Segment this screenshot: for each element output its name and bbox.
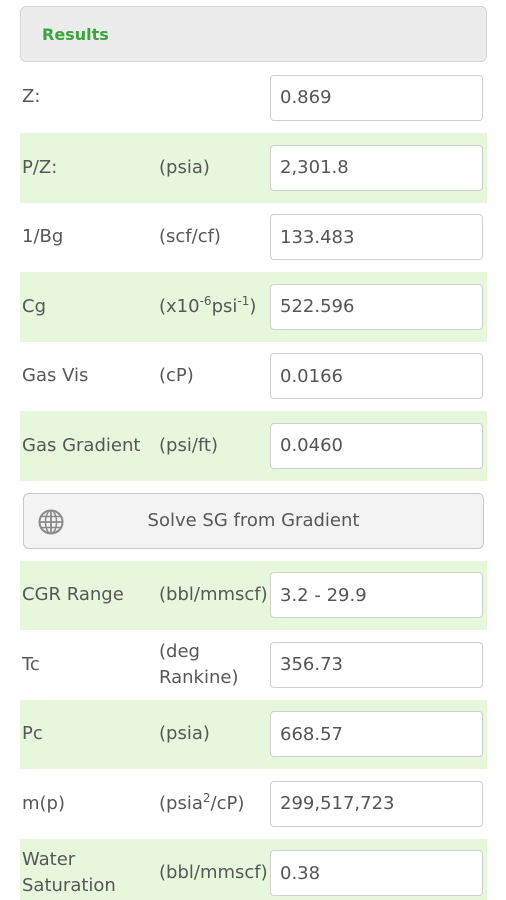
unit-gas-vis: (cP) (159, 365, 194, 387)
row-mp: m(p) (psia2/cP) 299,517,723 (20, 769, 487, 839)
unit-inv-bg: (scf/cf) (159, 226, 221, 248)
row-cg: Cg (x10-6psi-1) 522.596 (20, 272, 487, 342)
value-mp[interactable]: 299,517,723 (270, 780, 483, 827)
row-z: Z: 0.869 (20, 62, 487, 133)
label-z: Z: (22, 86, 41, 108)
value-z[interactable]: 0.869 (270, 74, 483, 121)
value-cg[interactable]: 522.596 (270, 283, 483, 330)
value-inv-bg[interactable]: 133.483 (270, 214, 483, 261)
value-gas-gradient[interactable]: 0.0460 (270, 422, 483, 469)
value-cgr-range[interactable]: 3.2 - 29.9 (270, 572, 483, 619)
label-p-over-z: P/Z: (22, 156, 58, 178)
value-water-saturation[interactable]: 0.38 (270, 850, 483, 897)
row-gas-vis: Gas Vis (cP) 0.0166 (20, 341, 487, 411)
unit-p-over-z: (psia) (159, 156, 210, 178)
value-tc[interactable]: 356.73 (270, 641, 483, 688)
label-gas-vis: Gas Vis (22, 365, 89, 387)
label-pc: Pc (22, 723, 43, 745)
results-rows-bottom: CGR Range (bbl/mmscf) 3.2 - 29.9 Tc (deg… (20, 560, 487, 900)
unit-gas-gradient: (psi/ft) (159, 434, 218, 456)
unit-cg: (x10-6psi-1) (159, 293, 257, 317)
value-pc[interactable]: 668.57 (270, 711, 483, 758)
results-header: Results (20, 6, 487, 62)
row-p-over-z: P/Z: (psia) 2,301.8 (20, 133, 487, 203)
label-mp: m(p) (22, 792, 66, 814)
unit-pc: (psia) (159, 723, 210, 745)
solve-sg-from-gradient-button[interactable]: Solve SG from Gradient (23, 492, 484, 549)
results-panel: Results Z: 0.869 P/Z: (psia) 2,301.8 1/B… (20, 6, 487, 900)
row-cgr-range: CGR Range (bbl/mmscf) 3.2 - 29.9 (20, 560, 487, 630)
row-tc: Tc (deg Rankine) 356.73 (20, 630, 487, 700)
label-water-saturation: Water Saturation (22, 849, 116, 897)
unit-mp: (psia2/cP) (159, 790, 245, 814)
solve-button-row: Solve SG from Gradient (20, 481, 487, 561)
label-cg: Cg (22, 295, 46, 317)
unit-cgr-range: (bbl/mmscf) (159, 584, 268, 606)
value-p-over-z[interactable]: 2,301.8 (270, 144, 483, 191)
row-pc: Pc (psia) 668.57 (20, 699, 487, 769)
results-rows-top: Z: 0.869 P/Z: (psia) 2,301.8 1/Bg (scf/c… (20, 62, 487, 481)
row-inv-bg: 1/Bg (scf/cf) 133.483 (20, 202, 487, 272)
row-water-saturation: Water Saturation (bbl/mmscf) 0.38 (20, 838, 487, 900)
results-title: Results (42, 24, 109, 44)
solve-button-label: Solve SG from Gradient (147, 510, 360, 531)
unit-tc: (deg Rankine) (159, 640, 239, 688)
value-gas-vis[interactable]: 0.0166 (270, 353, 483, 400)
row-gas-gradient: Gas Gradient (psi/ft) 0.0460 (20, 411, 487, 481)
unit-water-saturation: (bbl/mmscf) (159, 862, 268, 884)
label-gas-gradient: Gas Gradient (22, 434, 141, 456)
label-tc: Tc (22, 653, 40, 675)
label-cgr-range: CGR Range (22, 584, 124, 606)
label-inv-bg: 1/Bg (22, 226, 64, 248)
globe-icon (38, 509, 64, 534)
